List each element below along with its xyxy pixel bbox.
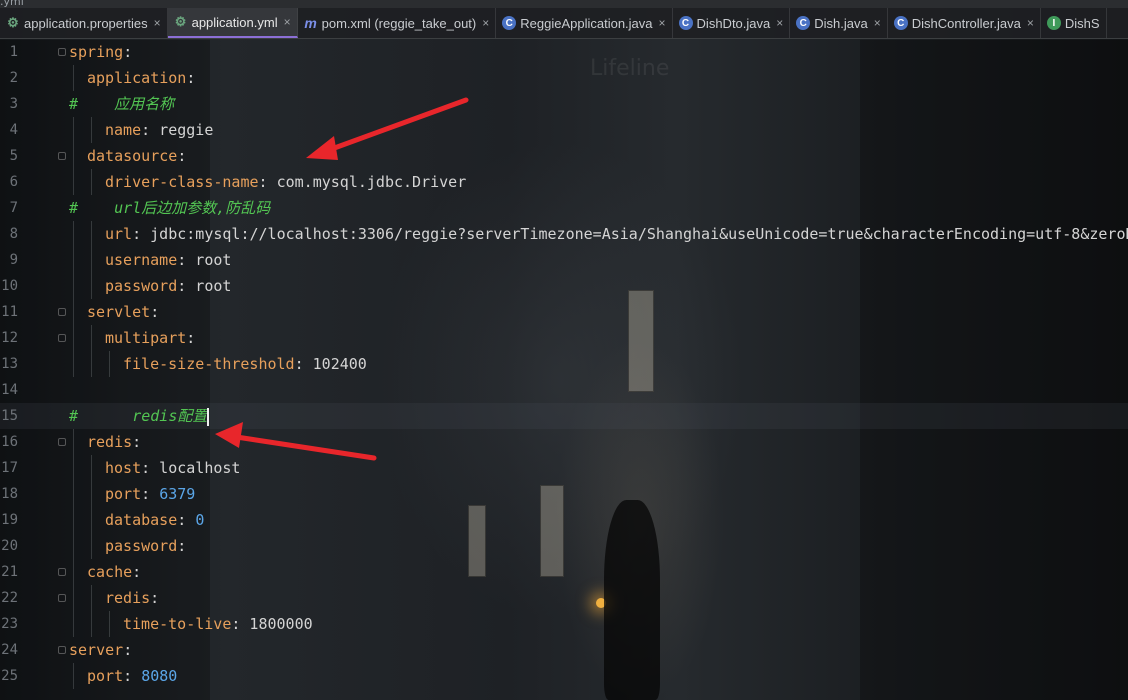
red-arrow-icon [306,97,469,160]
red-arrow-icon [215,422,377,461]
annotation-arrows [215,97,469,461]
